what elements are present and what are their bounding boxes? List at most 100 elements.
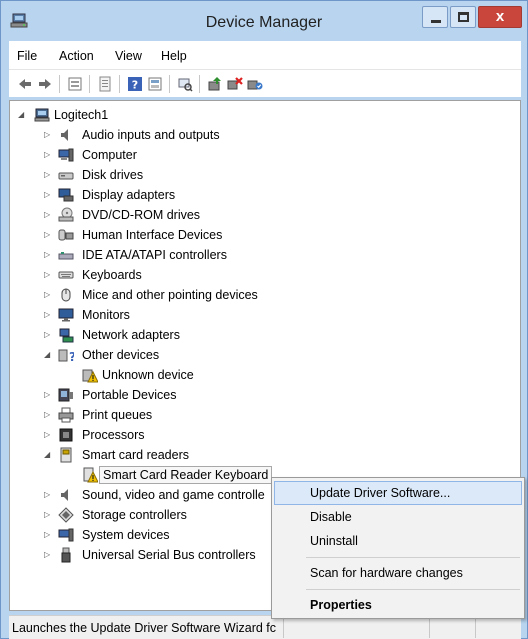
expand-triangle-icon[interactable]: ▷ bbox=[44, 550, 54, 560]
tree-category[interactable]: ▷ Mice and other pointing devices bbox=[10, 285, 520, 305]
scan-hardware-icon[interactable] bbox=[177, 76, 193, 92]
tree-category[interactable]: ▷ Print queues bbox=[10, 405, 520, 425]
tree-category-label: Display adapters bbox=[82, 188, 176, 202]
portable-device-icon bbox=[58, 388, 73, 402]
expand-triangle-icon[interactable]: ▷ bbox=[44, 190, 54, 200]
expand-triangle-icon[interactable]: ▷ bbox=[44, 210, 54, 220]
menu-file[interactable]: File bbox=[17, 49, 37, 63]
menu-update-driver-software[interactable]: Update Driver Software... bbox=[274, 481, 522, 505]
tree-category-label: Mice and other pointing devices bbox=[82, 288, 258, 302]
expand-triangle-icon[interactable]: ▷ bbox=[44, 510, 54, 520]
expand-triangle-icon[interactable]: ▷ bbox=[44, 290, 54, 300]
menu-properties[interactable]: Properties bbox=[274, 593, 522, 617]
tree-category[interactable]: ◢ Smart card readers bbox=[10, 445, 520, 465]
tree-category-label: Monitors bbox=[82, 308, 130, 322]
processor-icon bbox=[59, 428, 73, 442]
document-icon[interactable] bbox=[97, 76, 113, 92]
properties-sheet-icon[interactable] bbox=[67, 76, 83, 92]
menu-bar: File Action View Help bbox=[9, 41, 521, 69]
tree-device[interactable]: Unknown device bbox=[10, 365, 520, 385]
context-menu: Update Driver Software... Disable Uninst… bbox=[271, 477, 525, 619]
mouse-icon bbox=[61, 288, 71, 302]
menu-item-label: Disable bbox=[310, 510, 352, 524]
forward-arrow-icon[interactable] bbox=[37, 76, 53, 92]
menu-item-label: Properties bbox=[310, 598, 372, 612]
computer-icon bbox=[58, 148, 74, 162]
display-adapter-icon bbox=[58, 188, 74, 202]
tree-category[interactable]: ▷ Display adapters bbox=[10, 185, 520, 205]
expand-triangle-icon[interactable]: ▷ bbox=[44, 330, 54, 340]
tree-category-label: Smart card readers bbox=[82, 448, 189, 462]
expand-triangle-icon[interactable]: ▷ bbox=[44, 430, 54, 440]
menu-uninstall[interactable]: Uninstall bbox=[274, 529, 522, 553]
svg-text:?: ? bbox=[69, 350, 74, 363]
close-button[interactable]: x bbox=[478, 6, 522, 28]
tree-category-label: Portable Devices bbox=[82, 388, 177, 402]
collapse-triangle-icon[interactable]: ◢ bbox=[44, 450, 54, 460]
minimize-button[interactable] bbox=[422, 6, 448, 28]
maximize-icon bbox=[458, 12, 469, 22]
tree-category-label: Human Interface Devices bbox=[82, 228, 223, 242]
menu-scan-for-hardware-changes[interactable]: Scan for hardware changes bbox=[274, 561, 522, 585]
tree-category[interactable]: ▷ Computer bbox=[10, 145, 520, 165]
tree-category[interactable]: ▷ IDE ATA/ATAPI controllers bbox=[10, 245, 520, 265]
warning-device-icon bbox=[82, 369, 98, 383]
uninstall-icon[interactable] bbox=[227, 76, 243, 92]
menu-view[interactable]: View bbox=[115, 49, 142, 63]
expand-triangle-icon[interactable]: ▷ bbox=[44, 390, 54, 400]
tree-category[interactable]: ▷ Monitors bbox=[10, 305, 520, 325]
computer-root-icon bbox=[34, 108, 50, 122]
keyboard-icon bbox=[58, 271, 74, 279]
expand-triangle-icon[interactable]: ▷ bbox=[44, 410, 54, 420]
usb-icon bbox=[61, 547, 71, 563]
expand-triangle-icon[interactable]: ▷ bbox=[44, 530, 54, 540]
ide-controller-icon bbox=[58, 252, 74, 260]
tree-category-label: Keyboards bbox=[82, 268, 142, 282]
enable-device-icon[interactable] bbox=[247, 76, 263, 92]
tree-category-label: Processors bbox=[82, 428, 145, 442]
tree-category-label: Audio inputs and outputs bbox=[82, 128, 220, 142]
sound-icon bbox=[61, 489, 68, 501]
tree-category[interactable]: ▷ Network adapters bbox=[10, 325, 520, 345]
menu-action[interactable]: Action bbox=[59, 49, 94, 63]
menu-disable[interactable]: Disable bbox=[274, 505, 522, 529]
tree-category-label: IDE ATA/ATAPI controllers bbox=[82, 248, 227, 262]
tree-category[interactable]: ◢ ? Other devices bbox=[10, 345, 520, 365]
expand-triangle-icon[interactable]: ▷ bbox=[44, 150, 54, 160]
expand-triangle-icon[interactable]: ▷ bbox=[44, 250, 54, 260]
tree-category[interactable]: ▷ Portable Devices bbox=[10, 385, 520, 405]
expand-triangle-icon[interactable]: ▷ bbox=[44, 170, 54, 180]
title-bar[interactable]: Device Manager x bbox=[1, 1, 527, 41]
tree-category[interactable]: ▷ Keyboards bbox=[10, 265, 520, 285]
expand-triangle-icon[interactable]: ▷ bbox=[44, 130, 54, 140]
smart-card-reader-icon bbox=[60, 447, 72, 463]
menu-item-label: Update Driver Software... bbox=[310, 486, 451, 500]
menu-help[interactable]: Help bbox=[161, 49, 187, 63]
hid-icon bbox=[58, 229, 74, 241]
collapse-triangle-icon[interactable]: ◢ bbox=[18, 110, 28, 120]
help-icon[interactable]: ? bbox=[127, 76, 143, 92]
tree-category[interactable]: ▷ Processors bbox=[10, 425, 520, 445]
disk-drive-icon bbox=[58, 172, 74, 180]
collapse-triangle-icon[interactable]: ◢ bbox=[44, 350, 54, 360]
expand-triangle-icon[interactable]: ▷ bbox=[44, 490, 54, 500]
tree-category-label: Other devices bbox=[82, 348, 160, 362]
tree-category[interactable]: ▷ Human Interface Devices bbox=[10, 225, 520, 245]
expand-triangle-icon[interactable]: ▷ bbox=[44, 270, 54, 280]
back-arrow-icon[interactable] bbox=[17, 76, 33, 92]
tree-category[interactable]: ▷ Audio inputs and outputs bbox=[10, 125, 520, 145]
toolbar-separator bbox=[169, 75, 170, 93]
tree-category-label: Sound, video and game controlle bbox=[82, 488, 265, 502]
tree-category[interactable]: ▷ Disk drives bbox=[10, 165, 520, 185]
update-driver-icon[interactable] bbox=[207, 76, 223, 92]
view-icon[interactable] bbox=[147, 76, 163, 92]
toolbar-separator bbox=[59, 75, 60, 93]
toolbar-separator bbox=[89, 75, 90, 93]
expand-triangle-icon[interactable]: ▷ bbox=[44, 230, 54, 240]
maximize-button[interactable] bbox=[450, 6, 476, 28]
storage-controller-icon bbox=[58, 507, 74, 523]
tree-category[interactable]: ▷ DVD/CD-ROM drives bbox=[10, 205, 520, 225]
expand-triangle-icon[interactable]: ▷ bbox=[44, 310, 54, 320]
tree-category-label: Computer bbox=[82, 148, 137, 162]
tree-root[interactable]: ◢ Logitech1 bbox=[10, 105, 520, 125]
